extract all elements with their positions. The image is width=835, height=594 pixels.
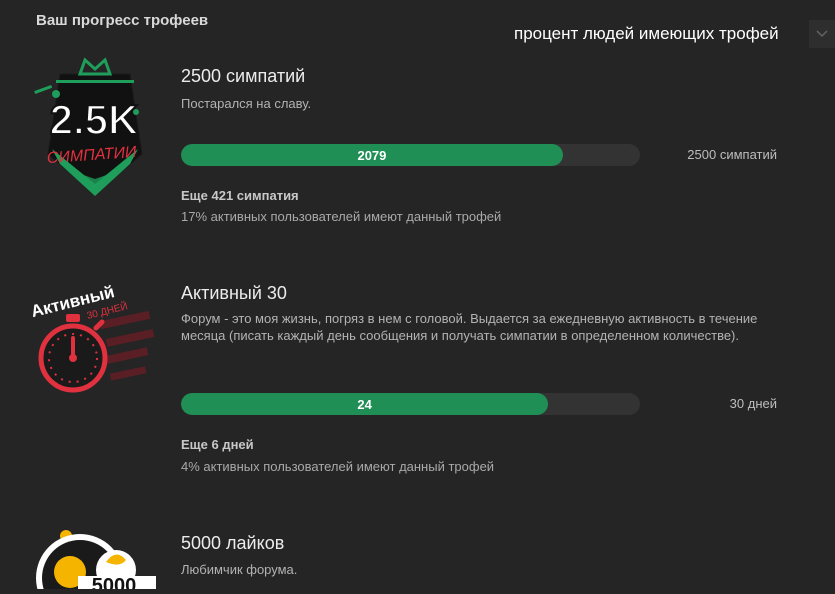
sort-dropdown[interactable]: процент людей имеющих трофей bbox=[506, 20, 835, 48]
trophy-badge-active-30: Активный 30 ДНЕЙ bbox=[29, 276, 160, 401]
progress-goal: 2500 симпатий bbox=[687, 147, 777, 162]
remaining-label: Еще 6 дней bbox=[181, 437, 254, 452]
progress-fill: 24 bbox=[181, 393, 549, 415]
badge-main-text: 5000 bbox=[92, 575, 137, 589]
chevron-down-icon[interactable] bbox=[809, 20, 835, 48]
owners-share: 17% активных пользователей имеют данный … bbox=[181, 209, 502, 224]
trophy-title: Активный 30 bbox=[181, 283, 287, 303]
sort-dropdown-label: процент людей имеющих трофей bbox=[514, 24, 779, 43]
page-title: Ваш прогресс трофеев bbox=[36, 12, 209, 29]
trophy-badge-5000-likes: 5000 bbox=[30, 526, 160, 594]
trophy-badge-2500-likes: 2.5K СИМПАТИИ bbox=[30, 54, 160, 199]
badge-main-text: 2.5K bbox=[50, 96, 139, 143]
trophy-title: 2500 симпатий bbox=[181, 66, 306, 86]
remaining-label: Еще 421 симпатия bbox=[181, 188, 299, 203]
owners-share: 4% активных пользователей имеют данный т… bbox=[181, 459, 495, 474]
trophy-title: 5000 лайков bbox=[181, 533, 285, 553]
progress-fill: 2079 bbox=[181, 144, 563, 166]
progress-bar: 2079 bbox=[181, 144, 640, 166]
trophy-description: Любимчик форума. bbox=[181, 562, 298, 577]
trophy-description: Форум - это моя жизнь, погряз в нем с го… bbox=[181, 311, 758, 343]
progress-goal: 30 дней bbox=[729, 396, 777, 411]
progress-bar: 24 bbox=[181, 393, 640, 415]
trophy-description: Постарался на славу. bbox=[181, 96, 312, 111]
